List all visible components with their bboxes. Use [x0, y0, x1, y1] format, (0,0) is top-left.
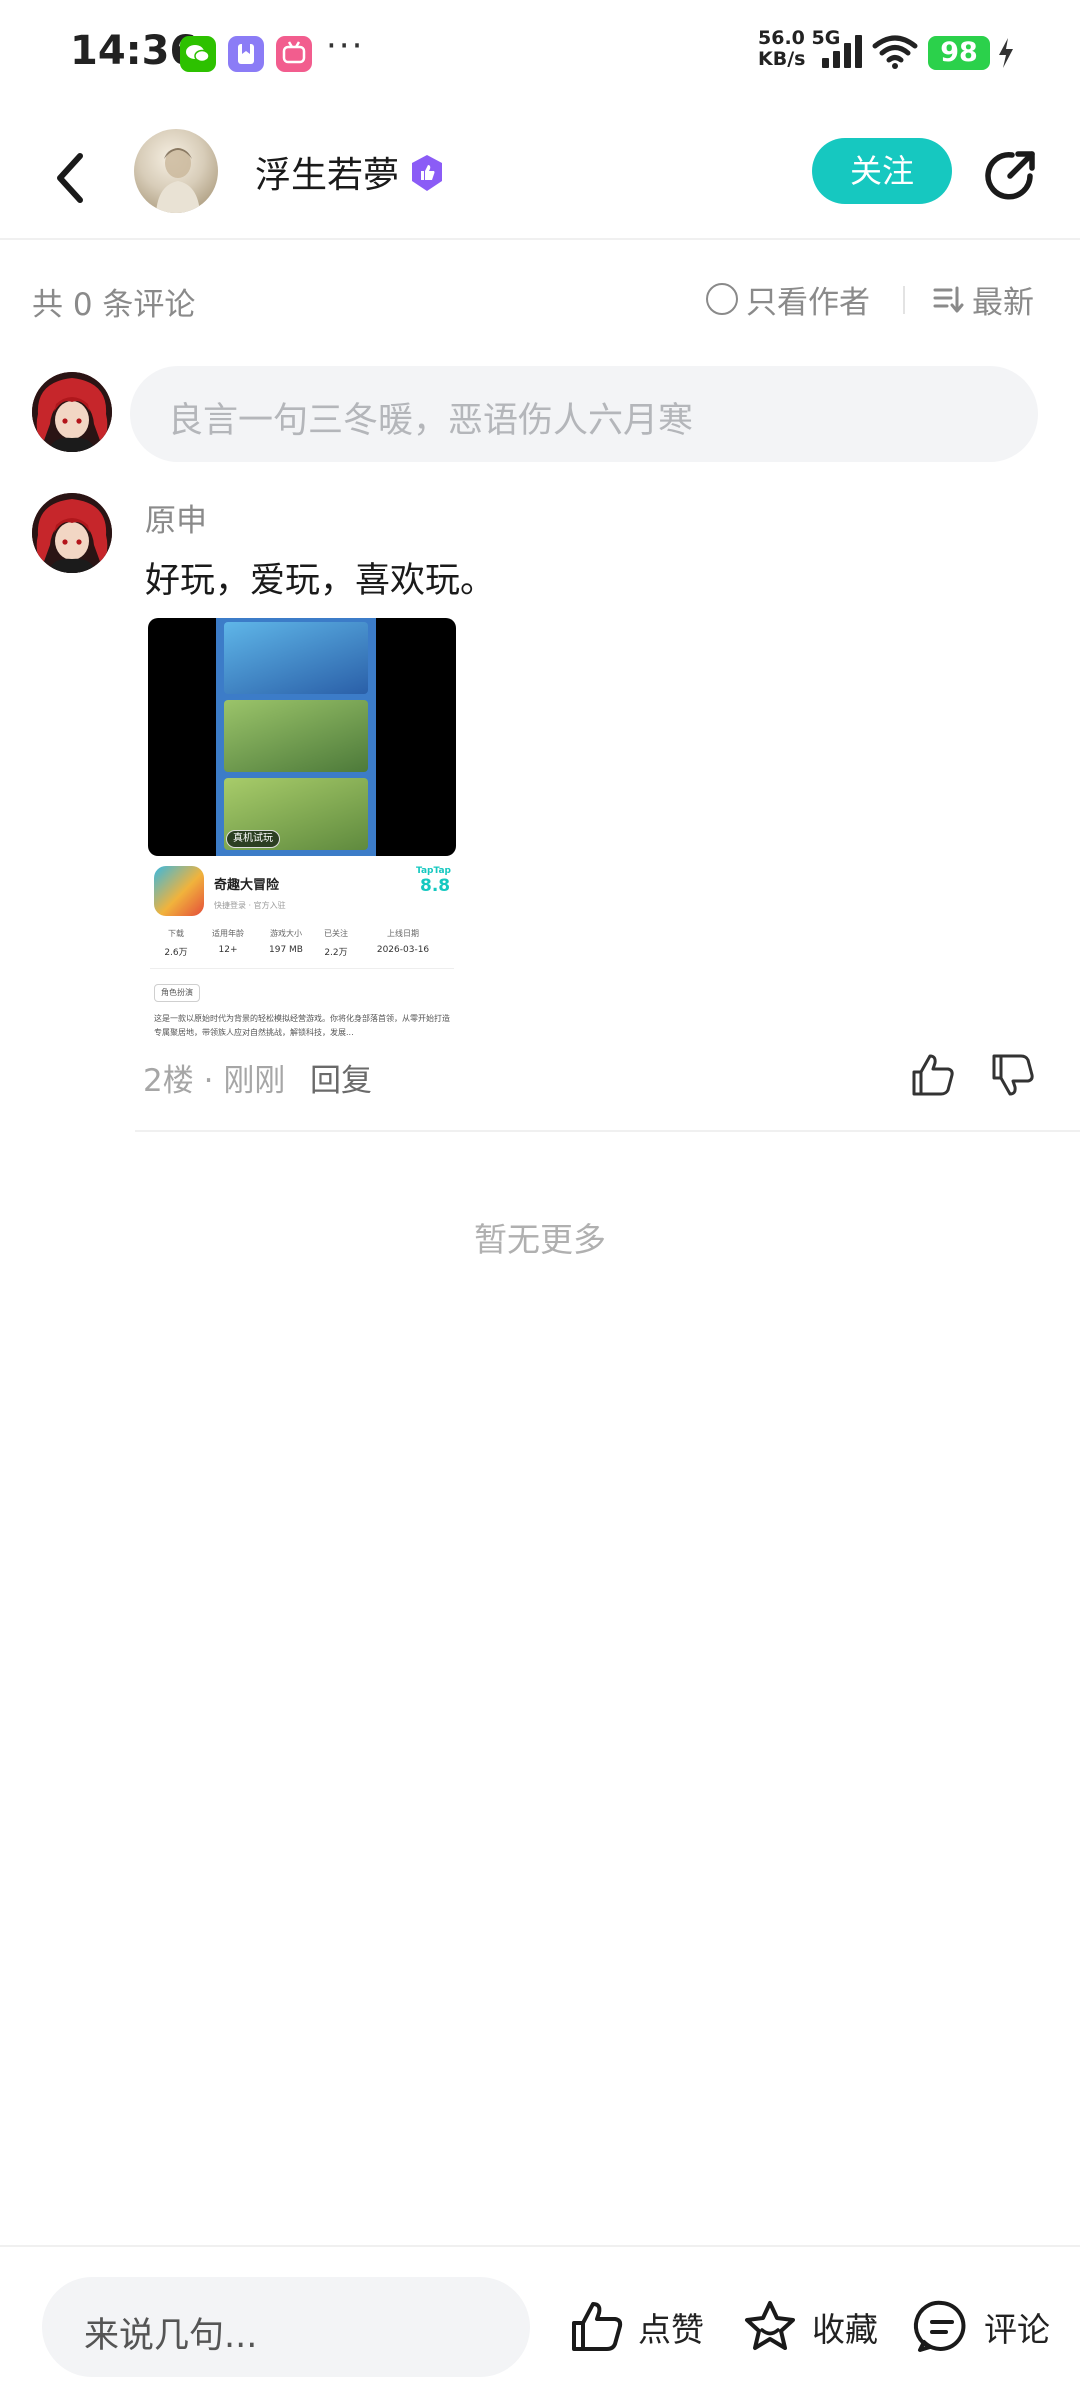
share-icon[interactable] [982, 146, 1040, 204]
back-button[interactable] [48, 146, 92, 210]
charging-icon [999, 38, 1013, 68]
comment-floor: 2楼 [143, 1063, 194, 1099]
signal-icon [822, 35, 862, 68]
only-author-toggle[interactable]: 只看作者 [706, 279, 870, 321]
game-title: 奇趣大冒险 [214, 878, 280, 893]
comment-divider [135, 1130, 1080, 1132]
my-avatar[interactable] [32, 372, 112, 452]
bottom-comment-input[interactable]: 来说几句... [42, 2277, 530, 2377]
radio-circle-icon [706, 283, 738, 315]
comment-count: 共 0 条评论 [32, 287, 196, 323]
commenter-name[interactable]: 原申 [145, 495, 207, 540]
bottom-input-placeholder: 来说几句... [84, 2316, 258, 2356]
card-divider [150, 968, 454, 969]
bilibili-icon [276, 36, 312, 72]
stat-downloads: 下载 2.6万 [164, 929, 188, 958]
comment-label: 评论 [984, 2310, 1050, 2349]
comment-time: 刚刚 [223, 1063, 286, 1099]
filter-divider [903, 286, 905, 314]
star-icon [745, 2301, 795, 2350]
game-description: 这是一款以原始时代为背景的轻松模拟经营游戏。你将化身部落首领，从零开始打造专属聚… [154, 1014, 450, 1037]
list-end-text: 暂无更多 [474, 1220, 606, 1259]
follow-button[interactable]: 关注 [812, 138, 952, 204]
comment-input-placeholder: 良言一句三冬暖，恶语伤人六月寒 [168, 401, 694, 441]
commenter-avatar[interactable] [32, 493, 112, 573]
battery-indicator: 98 [928, 36, 990, 70]
comment-image-attachment[interactable]: 真机试玩 奇趣大冒险 快捷登录 · 官方入驻 TapTap 8.8 下载 2.6万… [148, 618, 466, 1040]
game-score: 8.8 [420, 876, 451, 896]
game-panel-1 [224, 622, 368, 694]
reply-button[interactable]: 回复 [310, 1055, 372, 1100]
sort-newest-button[interactable]: 最新 [932, 279, 1034, 321]
game-genre-tag: 角色扮演 [154, 984, 200, 1002]
stat-age-rating: 适用年龄 12+ [212, 929, 244, 955]
trial-play-button: 真机试玩 [226, 830, 280, 848]
game-comic-strip [216, 618, 376, 856]
comment-input[interactable]: 良言一句三冬暖，恶语伤人六月寒 [130, 366, 1038, 462]
game-video-thumbnail: 真机试玩 [148, 618, 456, 856]
like-post-button[interactable]: 点赞 [568, 2295, 704, 2359]
game-app-icon [154, 866, 204, 916]
bookmark-app-icon [228, 36, 264, 72]
meta-separator: · [203, 1063, 214, 1099]
author-avatar[interactable] [134, 129, 218, 213]
favorite-post-button[interactable]: 收藏 [740, 2295, 878, 2359]
verified-badge-icon [412, 155, 442, 191]
dislike-comment-icon[interactable] [988, 1050, 1038, 1100]
wifi-icon [872, 35, 918, 69]
taptap-brand: TapTap [416, 866, 451, 876]
game-panel-2 [224, 700, 368, 772]
sort-icon [933, 286, 964, 313]
stat-game-size: 游戏大小 197 MB [269, 929, 303, 955]
only-author-label: 只看作者 [746, 284, 870, 321]
post-header: 浮生若夢 关注 [0, 120, 1080, 240]
bottom-action-bar: 来说几句... 点赞 收藏 评论 [0, 2245, 1080, 2401]
more-notifications-icon: ··· [326, 26, 365, 66]
comment-meta: 2楼 · 刚刚 [143, 1055, 285, 1100]
game-subtitle: 快捷登录 · 官方入驻 [214, 901, 286, 910]
status-time: 14:36 [70, 28, 198, 74]
like-comment-icon[interactable] [908, 1050, 958, 1100]
comment-post-button[interactable]: 评论 [912, 2295, 1050, 2359]
stat-followers: 已关注 2.2万 [324, 929, 348, 958]
like-label: 点赞 [638, 2310, 704, 2349]
comment-text: 好玩，爱玩，喜欢玩。 [145, 561, 496, 601]
author-name[interactable]: 浮生若夢 [255, 146, 399, 198]
wechat-icon [180, 36, 216, 72]
stat-release-date: 上线日期 2026-03-16 [376, 929, 430, 955]
comment-bubble-icon [913, 2300, 966, 2352]
thumbs-up-icon [572, 2302, 623, 2351]
favorite-label: 收藏 [812, 2310, 878, 2349]
status-bar: 14:36 ··· 56.0 5G KB/s 98 [0, 0, 1080, 105]
sort-label: 最新 [972, 284, 1034, 321]
